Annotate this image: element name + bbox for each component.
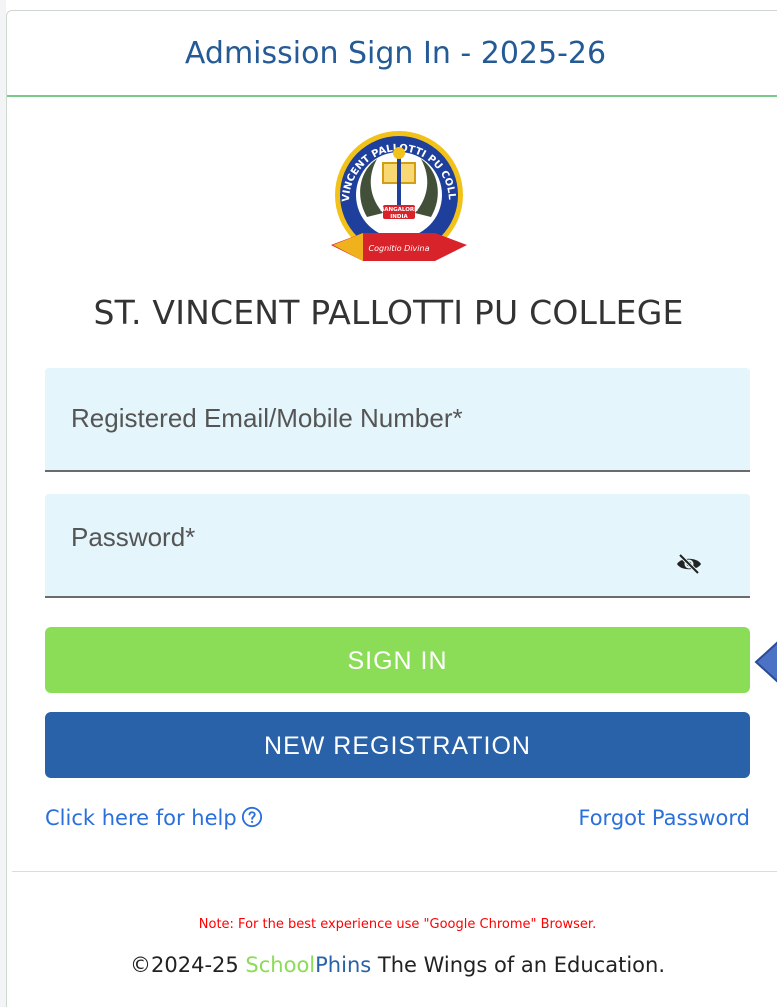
- help-link-label: Click here for help: [45, 806, 237, 830]
- college-crest-logo: ST. VINCENT PALLOTTI PU COLLEGE BANGALOR…: [325, 125, 467, 261]
- logo-ribbon-left-fold: [333, 233, 363, 261]
- login-page: Admission Sign In - 2025-26 ST. VINCENT …: [0, 0, 777, 1007]
- college-name: ST. VINCENT PALLOTTI PU COLLEGE: [93, 293, 684, 332]
- eye-slash-icon[interactable]: [674, 552, 704, 576]
- copyright-prefix: ©2024-25: [130, 953, 246, 977]
- question-circle-icon: [241, 806, 262, 828]
- email-mobile-field[interactable]: [45, 368, 750, 472]
- forgot-password-link[interactable]: Forgot Password: [578, 806, 750, 830]
- browser-note: Note: For the best experience use "Googl…: [198, 917, 597, 932]
- pointer-arrow-icon: [754, 641, 777, 683]
- logo-ribbon-text: Cognitio Divina: [369, 244, 430, 253]
- footer-tagline: The Wings of an Education.: [371, 953, 665, 977]
- new-registration-button[interactable]: NEW REGISTRATION: [45, 712, 750, 778]
- logo-center-text-1: BANGALORE: [380, 207, 418, 213]
- password-input[interactable]: [45, 494, 750, 594]
- footer-copyright: ©2024-25 SchoolPhins The Wings of an Edu…: [0, 953, 777, 977]
- email-mobile-input[interactable]: [45, 368, 750, 468]
- page-title: Admission Sign In - 2025-26: [184, 36, 607, 71]
- card-header: Admission Sign In - 2025-26: [7, 11, 777, 97]
- help-link[interactable]: Click here for help: [45, 806, 263, 830]
- password-field[interactable]: [45, 494, 750, 598]
- logo-flame: [393, 147, 405, 159]
- brand-phins-text: Phins: [315, 953, 372, 977]
- signin-button[interactable]: SIGN IN: [45, 627, 750, 693]
- brand-school-text: School: [245, 953, 316, 977]
- logo-center-text-2: INDIA: [390, 214, 408, 220]
- footer-divider: [12, 871, 777, 872]
